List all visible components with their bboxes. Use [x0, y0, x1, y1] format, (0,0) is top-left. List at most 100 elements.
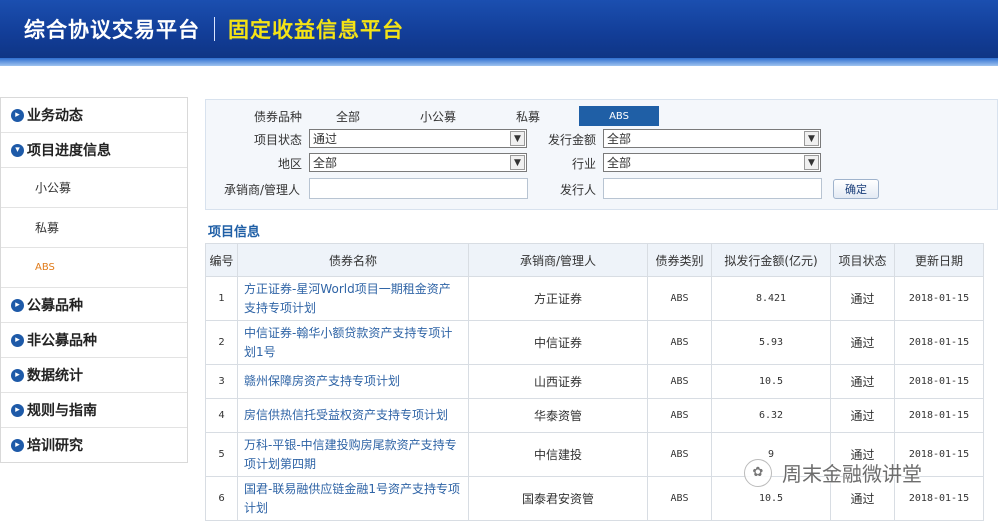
cell-amount: 10.5	[711, 364, 831, 399]
bond-type-option-private[interactable]: 私募	[516, 108, 540, 125]
issuer-input[interactable]	[603, 178, 822, 199]
chevron-down-icon: ▼	[804, 155, 819, 170]
chevron-down-icon: ▾	[11, 143, 24, 157]
chevron-down-icon: ▼	[510, 131, 525, 146]
sidebar-item-rules-guides[interactable]: ▸ 规则与指南	[1, 393, 187, 428]
cell-no: 1	[205, 276, 238, 321]
sidebar-item-label: 数据统计	[27, 368, 83, 384]
status-label: 项目状态	[254, 133, 303, 147]
amount-select[interactable]: 全部 ▼	[603, 129, 821, 148]
cell-status: 通过	[830, 320, 895, 365]
cell-no: 5	[205, 432, 238, 477]
cell-no: 6	[205, 476, 238, 521]
table-header-row: 编号 债券名称 承销商/管理人 债券类别 拟发行金额(亿元) 项目状态 更新日期	[205, 243, 984, 277]
table-row: 1 方正证券-星河World项目一期租金资产支持专项计划 方正证券 ABS 8.…	[205, 276, 984, 321]
cell-type: ABS	[647, 320, 712, 365]
sidebar-item-business-news[interactable]: ▸ 业务动态	[1, 98, 187, 133]
sidebar-subitem-abs[interactable]: ABS	[1, 248, 187, 288]
cell-no: 3	[205, 364, 238, 399]
col-header-date: 更新日期	[894, 243, 984, 277]
cell-type: ABS	[647, 276, 712, 321]
section-title: 项目信息	[208, 225, 261, 240]
amount-label: 发行金额	[548, 133, 597, 147]
cell-name-link[interactable]: 国君-联易融供应链金融1号资产支持专项计划	[237, 476, 469, 521]
col-header-no: 编号	[205, 243, 238, 277]
cell-no: 4	[205, 398, 238, 433]
cell-name-link[interactable]: 赣州保障房资产支持专项计划	[237, 364, 469, 399]
underwriter-label: 承销商/管理人	[224, 183, 301, 197]
sidebar-item-label: 规则与指南	[27, 403, 97, 419]
cell-type: ABS	[647, 476, 712, 521]
cell-underwriter: 方正证券	[468, 276, 648, 321]
cell-name-link[interactable]: 中信证券-翰华小额贷款资产支持专项计划1号	[237, 320, 469, 365]
watermark: ✿ 周末金融微讲堂	[744, 458, 922, 487]
col-header-name: 债券名称	[237, 243, 469, 277]
col-header-amount: 拟发行金额(亿元)	[711, 243, 831, 277]
sidebar-item-project-progress[interactable]: ▾ 项目进度信息	[1, 133, 187, 168]
region-select-value: 全部	[313, 156, 338, 170]
cell-type: ABS	[647, 398, 712, 433]
cell-name-link[interactable]: 方正证券-星河World项目一期租金资产支持专项计划	[237, 276, 469, 321]
table-row: 4 房信供热信托受益权资产支持专项计划 华泰资管 ABS 6.32 通过 201…	[205, 398, 984, 433]
banner-stripe	[0, 58, 998, 66]
top-banner: 综合协议交易平台 固定收益信息平台	[0, 0, 998, 66]
platform-title: 综合协议交易平台	[24, 18, 200, 42]
cell-underwriter: 中信建投	[468, 432, 648, 477]
cell-no: 2	[205, 320, 238, 365]
chevron-right-icon: ▸	[11, 108, 24, 122]
watermark-text: 周末金融微讲堂	[782, 462, 922, 486]
sidebar-item-label: 非公募品种	[27, 333, 97, 349]
cell-status: 通过	[830, 276, 895, 321]
sidebar-subitem-small-public[interactable]: 小公募	[1, 168, 187, 208]
region-label: 地区	[278, 157, 303, 171]
sidebar-item-training[interactable]: ▸ 培训研究	[1, 428, 187, 462]
issuer-label: 发行人	[560, 183, 597, 197]
industry-select-value: 全部	[607, 156, 632, 170]
sidebar-item-label: 培训研究	[27, 438, 83, 454]
bond-type-option-small-public[interactable]: 小公募	[420, 108, 456, 125]
cell-amount: 6.32	[711, 398, 831, 433]
bond-type-option-all[interactable]: 全部	[336, 108, 360, 125]
chevron-right-icon: ▸	[11, 333, 24, 347]
underwriter-input[interactable]	[309, 178, 528, 199]
chevron-right-icon: ▸	[11, 438, 24, 452]
table-row: 3 赣州保障房资产支持专项计划 山西证券 ABS 10.5 通过 2018-01…	[205, 364, 984, 399]
sidebar-item-nonpublic-products[interactable]: ▸ 非公募品种	[1, 323, 187, 358]
cell-date: 2018-01-15	[894, 364, 984, 399]
sidebar-subitem-private[interactable]: 私募	[1, 208, 187, 248]
col-header-status: 项目状态	[830, 243, 895, 277]
cell-date: 2018-01-15	[894, 320, 984, 365]
chevron-down-icon: ▼	[510, 155, 525, 170]
status-select[interactable]: 通过 ▼	[309, 129, 527, 148]
bond-type-option-abs[interactable]: ABS	[579, 106, 659, 126]
chevron-right-icon: ▸	[11, 403, 24, 417]
cell-date: 2018-01-15	[894, 276, 984, 321]
sidebar-item-label: 项目进度信息	[27, 143, 111, 159]
cell-underwriter: 山西证券	[468, 364, 648, 399]
sidebar-item-label: 公募品种	[27, 298, 83, 314]
confirm-button[interactable]: 确定	[833, 179, 879, 199]
wechat-icon: ✿	[744, 458, 772, 487]
bond-type-label: 债券品种	[254, 110, 303, 124]
cell-date: 2018-01-15	[894, 398, 984, 433]
industry-label: 行业	[572, 157, 597, 171]
title-divider	[214, 17, 215, 41]
sidebar-item-label: 业务动态	[27, 108, 83, 124]
region-select[interactable]: 全部 ▼	[309, 153, 527, 172]
cell-name-link[interactable]: 万科-平银-中信建投购房尾款资产支持专项计划第四期	[237, 432, 469, 477]
chevron-down-icon: ▼	[804, 131, 819, 146]
sidebar-nav: ▸ 业务动态 ▾ 项目进度信息 小公募 私募 ABS ▸ 公募品种 ▸ 非公募品…	[0, 97, 188, 463]
sidebar-item-statistics[interactable]: ▸ 数据统计	[1, 358, 187, 393]
platform-subtitle: 固定收益信息平台	[228, 18, 404, 42]
cell-name-link[interactable]: 房信供热信托受益权资产支持专项计划	[237, 398, 469, 433]
cell-status: 通过	[830, 398, 895, 433]
amount-select-value: 全部	[607, 132, 632, 146]
cell-underwriter: 中信证券	[468, 320, 648, 365]
sidebar-item-public-products[interactable]: ▸ 公募品种	[1, 288, 187, 323]
filter-panel: 债券品种 全部 小公募 私募 ABS 项目状态 通过 ▼ 发行金额 全部 ▼ 地…	[205, 99, 998, 210]
chevron-right-icon: ▸	[11, 368, 24, 382]
col-header-type: 债券类别	[647, 243, 712, 277]
industry-select[interactable]: 全部 ▼	[603, 153, 821, 172]
cell-type: ABS	[647, 364, 712, 399]
col-header-underwriter: 承销商/管理人	[468, 243, 648, 277]
